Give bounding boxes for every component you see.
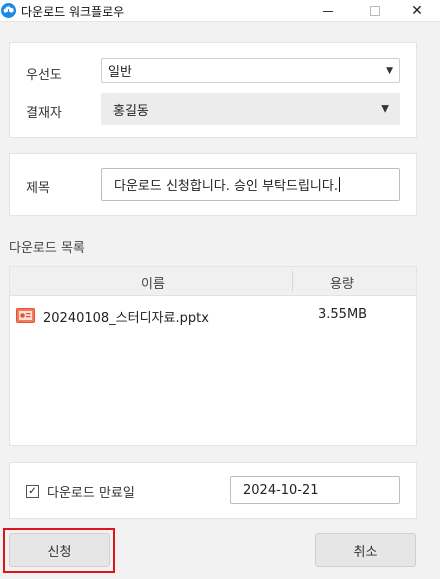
approval-settings-panel: 우선도 일반 ▼ 결재자 홍길동 ▼ — [9, 42, 417, 138]
cloud-download-icon — [1, 3, 16, 18]
approver-value: 홍길동 — [113, 103, 149, 119]
subject-value: 다운로드 신청합니다. 승인 부탁드립니다. — [114, 179, 338, 194]
maximize-button[interactable] — [352, 0, 398, 22]
subject-panel: 제목 다운로드 신청합니다. 승인 부탁드립니다. — [9, 153, 417, 216]
text-cursor — [338, 177, 340, 192]
priority-select[interactable]: 일반 ▼ — [101, 58, 400, 83]
expiry-checkbox[interactable]: ✓ — [26, 485, 39, 498]
close-icon: ✕ — [411, 3, 423, 19]
close-button[interactable]: ✕ — [394, 0, 440, 22]
checkmark-icon: ✓ — [28, 485, 37, 497]
priority-label: 우선도 — [26, 68, 62, 83]
approver-label: 결재자 — [26, 106, 62, 121]
subject-input[interactable]: 다운로드 신청합니다. 승인 부탁드립니다. — [101, 168, 400, 201]
expiry-date-input[interactable]: 2024-10-21 — [230, 476, 400, 504]
dropdown-arrow-icon: ▼ — [381, 103, 389, 115]
title-bar: 다운로드 워크플로우 ✕ — [0, 0, 440, 22]
file-name: 20240108_스터디자료.pptx — [43, 311, 209, 326]
approver-select[interactable]: 홍길동 ▼ — [101, 93, 400, 125]
window-title: 다운로드 워크플로우 — [21, 5, 125, 19]
column-divider[interactable] — [292, 271, 293, 291]
file-size: 3.55MB — [318, 307, 368, 322]
table-header: 이름 용량 — [10, 267, 416, 296]
priority-value: 일반 — [108, 65, 132, 80]
expiry-panel: ✓ 다운로드 만료일 2024-10-21 — [9, 462, 417, 519]
table-row[interactable]: 20240108_스터디자료.pptx 3.55MB — [10, 305, 416, 327]
cancel-button[interactable]: 취소 — [315, 533, 416, 567]
pptx-file-icon — [16, 308, 35, 323]
apply-button[interactable]: 신청 — [9, 533, 110, 567]
expiry-label[interactable]: 다운로드 만료일 — [47, 482, 135, 501]
minimize-icon — [323, 10, 333, 12]
maximize-icon — [370, 6, 380, 16]
column-header-name[interactable]: 이름 — [141, 273, 165, 292]
download-list-title: 다운로드 목록 — [9, 241, 85, 256]
subject-label: 제목 — [26, 181, 50, 196]
column-header-size[interactable]: 용량 — [330, 273, 354, 292]
minimize-button[interactable] — [305, 0, 351, 22]
expiry-date-value: 2024-10-21 — [243, 482, 319, 498]
download-list-table: 이름 용량 20240108_스터디자료.pptx 3.55MB — [9, 266, 417, 446]
dropdown-arrow-icon: ▼ — [386, 65, 393, 76]
